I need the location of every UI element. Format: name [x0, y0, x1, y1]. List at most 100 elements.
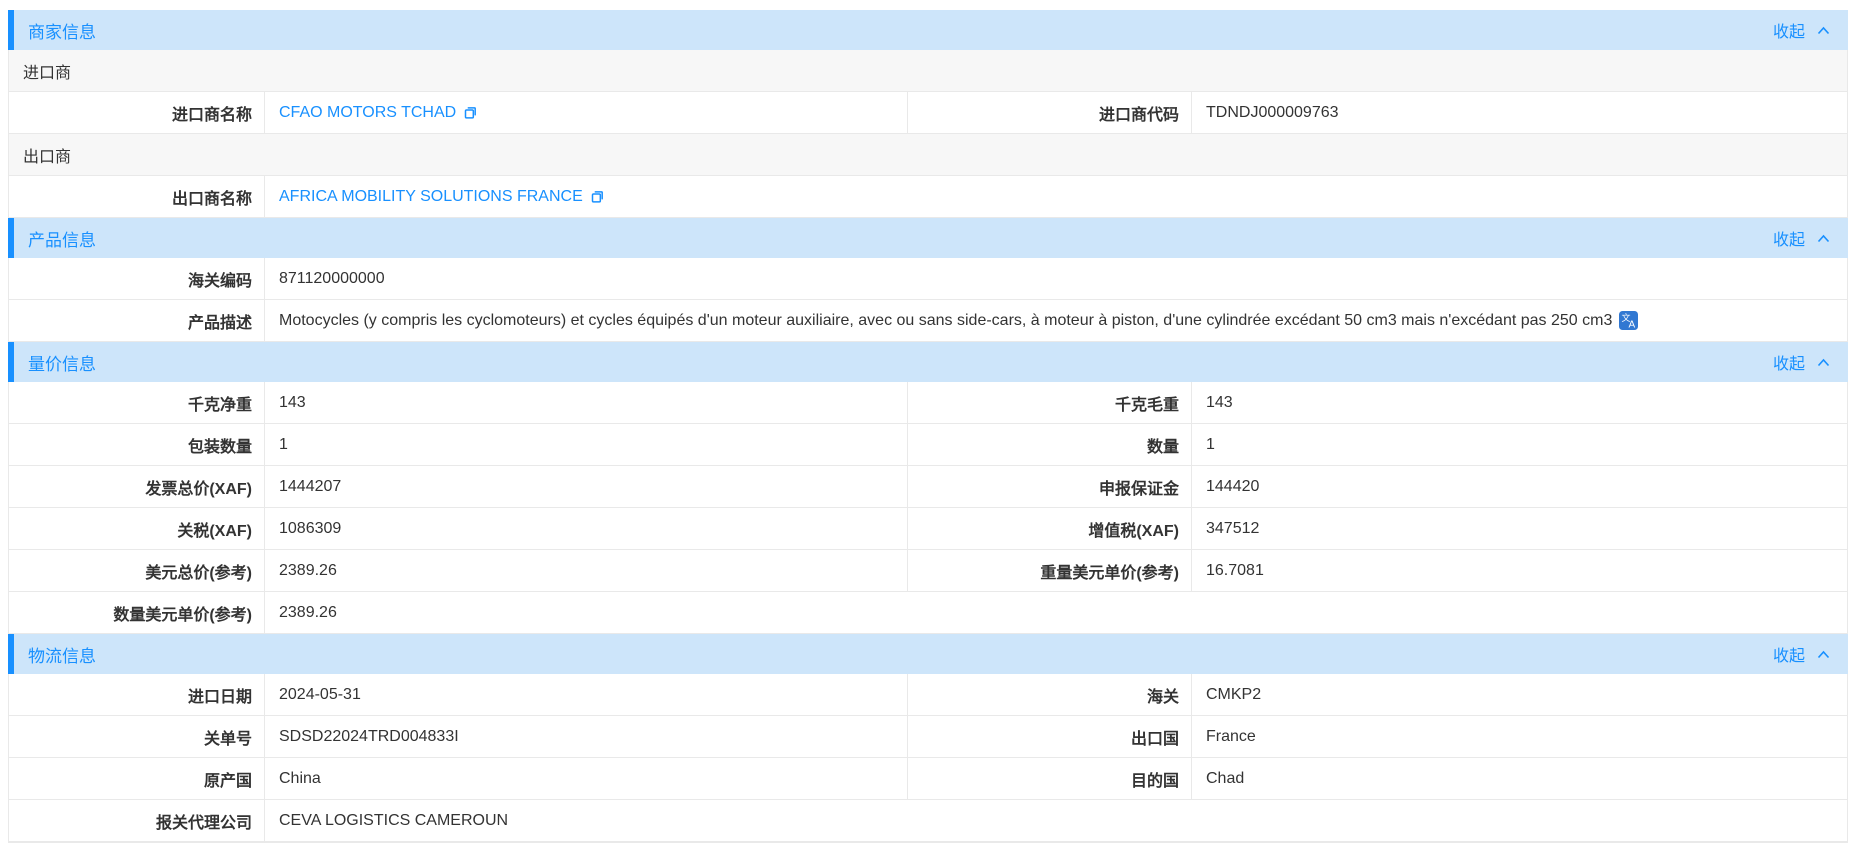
field-label-text: 包装数量 [188, 433, 252, 457]
field-value-text: France [1206, 728, 1256, 746]
field-value-text: Motocycles (y compris les cyclomoteurs) … [279, 312, 1612, 330]
field-label-quantity-price-0-left: 千克净重 [9, 382, 265, 423]
collapse-label: 收起 [1773, 18, 1805, 42]
chevron-up-icon [1817, 358, 1830, 367]
company-link[interactable]: CFAO MOTORS TCHAD [279, 104, 456, 122]
group-subtitle-text: 出口商 [23, 143, 71, 167]
field-label-logistics-3-left: 报关代理公司 [9, 800, 265, 841]
field-label-text: 报关代理公司 [156, 809, 252, 833]
field-label-quantity-price-5-left: 数量美元单价(参考) [9, 592, 265, 633]
field-value-logistics-1-right: France [1192, 716, 1847, 757]
field-label-quantity-price-2-right: 申报保证金 [908, 466, 1192, 507]
field-row: 千克净重143千克毛重143 [9, 382, 1847, 424]
group-subtitle-text: 进口商 [23, 59, 71, 83]
field-value-quantity-price-3-left: 1086309 [265, 508, 908, 549]
chevron-up-icon [1817, 650, 1830, 659]
section-header-product: 产品信息 收起 [8, 218, 1848, 258]
field-label-quantity-price-4-right: 重量美元单价(参考) [908, 550, 1192, 591]
field-value-quantity-price-0-left: 143 [265, 382, 908, 423]
field-value-quantity-price-3-right: 347512 [1192, 508, 1847, 549]
field-value-text: 1086309 [279, 520, 341, 538]
field-label-text: 目的国 [1131, 767, 1179, 791]
field-value-quantity-price-0-right: 143 [1192, 382, 1847, 423]
section-title: 量价信息 [28, 350, 96, 375]
field-label-logistics-1-right: 出口国 [908, 716, 1192, 757]
field-row: 进口日期2024-05-31海关CMKP2 [9, 674, 1847, 716]
field-label-text: 原产国 [204, 767, 252, 791]
field-value-merchant-1-left: CFAO MOTORS TCHAD [265, 92, 908, 133]
field-label-product-1-left: 产品描述 [9, 300, 265, 341]
company-link[interactable]: AFRICA MOBILITY SOLUTIONS FRANCE [279, 188, 583, 206]
field-value-product-1-left: Motocycles (y compris les cyclomoteurs) … [265, 300, 1847, 341]
section-header-logistics: 物流信息 收起 [8, 634, 1848, 674]
section-title: 商家信息 [28, 18, 96, 43]
field-label-text: 进口日期 [188, 683, 252, 707]
field-label-text: 海关编码 [188, 267, 252, 291]
field-row: 包装数量 1 数量 1 [9, 424, 1847, 466]
collapse-button[interactable]: 收起 [1773, 350, 1830, 374]
collapse-button[interactable]: 收起 [1773, 226, 1830, 250]
field-row: 原产国 China 目的国 Chad [9, 758, 1847, 800]
field-label-logistics-2-right: 目的国 [908, 758, 1192, 799]
field-label-text: 数量 [1147, 433, 1179, 457]
field-value-text: 871120000000 [279, 270, 385, 288]
field-value-logistics-1-left: SDSD22024TRD004833I [265, 716, 908, 757]
field-value-quantity-price-2-left: 1444207 [265, 466, 908, 507]
field-value-text: 143 [1206, 394, 1233, 412]
field-value-text: China [279, 770, 321, 788]
collapse-label: 收起 [1773, 226, 1805, 250]
field-row: 关税(XAF)1086309增值税(XAF)347512 [9, 508, 1847, 550]
field-label-quantity-price-3-left: 关税(XAF) [9, 508, 265, 549]
field-value-text: 2389.26 [279, 604, 337, 622]
field-value-logistics-0-left: 2024-05-31 [265, 674, 908, 715]
field-value-text: 16.7081 [1206, 562, 1264, 580]
field-row: 进口商名称 CFAO MOTORS TCHAD 进口商代码 TDNDJ00000976… [9, 92, 1847, 134]
collapse-button[interactable]: 收起 [1773, 642, 1830, 666]
field-label-merchant-1-right: 进口商代码 [908, 92, 1192, 133]
field-row: 海关编码 871120000000 [9, 258, 1847, 300]
collapse-label: 收起 [1773, 350, 1805, 374]
field-label-merchant-1-left: 进口商名称 [9, 92, 265, 133]
field-value-text: CEVA LOGISTICS CAMEROUN [279, 812, 508, 830]
collapse-button[interactable]: 收起 [1773, 18, 1830, 42]
section-title: 产品信息 [28, 226, 96, 251]
field-label-text: 千克净重 [188, 391, 252, 415]
field-value-text: 2024-05-31 [279, 686, 361, 704]
field-label-logistics-1-left: 关单号 [9, 716, 265, 757]
field-value-quantity-price-4-left: 2389.26 [265, 550, 908, 591]
field-value-text: 1 [1206, 436, 1215, 454]
field-value-text: CMKP2 [1206, 686, 1261, 704]
section-header-merchant: 商家信息 收起 [8, 10, 1848, 50]
field-value-text: 1444207 [279, 478, 341, 496]
field-label-quantity-price-1-right: 数量 [908, 424, 1192, 465]
field-value-logistics-2-right: Chad [1192, 758, 1847, 799]
collapse-label: 收起 [1773, 642, 1805, 666]
field-label-text: 发票总价(XAF) [145, 475, 252, 499]
field-value-text: 1 [279, 436, 288, 454]
group-subtitle: 出口商 [9, 134, 1847, 176]
field-label-text: 出口国 [1131, 725, 1179, 749]
field-value-merchant-3-left: AFRICA MOBILITY SOLUTIONS FRANCE [265, 176, 1847, 217]
chevron-up-icon [1817, 234, 1830, 243]
translate-icon[interactable]: 文A [1619, 311, 1638, 330]
section-header-quantity-price: 量价信息 收起 [8, 342, 1848, 382]
field-label-product-0-left: 海关编码 [9, 258, 265, 299]
field-label-text: 美元总价(参考) [145, 559, 252, 583]
group-subtitle: 进口商 [9, 50, 1847, 92]
field-row: 数量美元单价(参考) 2389.26 [9, 592, 1847, 634]
field-value-text: TDNDJ000009763 [1206, 104, 1339, 122]
field-label-merchant-3-left: 出口商名称 [9, 176, 265, 217]
field-value-quantity-price-5-left: 2389.26 [265, 592, 1847, 633]
field-label-text: 关税(XAF) [177, 517, 252, 541]
field-label-logistics-0-left: 进口日期 [9, 674, 265, 715]
field-row: 关单号SDSD22024TRD004833I 出口国 France [9, 716, 1847, 758]
field-label-quantity-price-2-left: 发票总价(XAF) [9, 466, 265, 507]
field-value-quantity-price-2-right: 144420 [1192, 466, 1847, 507]
field-row: 发票总价(XAF) 1444207 申报保证金144420 [9, 466, 1847, 508]
copy-icon[interactable] [590, 189, 605, 204]
field-value-logistics-3-left: CEVA LOGISTICS CAMEROUN [265, 800, 1847, 841]
section-title: 物流信息 [28, 642, 96, 667]
copy-icon[interactable] [463, 105, 478, 120]
field-value-quantity-price-1-left: 1 [265, 424, 908, 465]
field-value-logistics-2-left: China [265, 758, 908, 799]
